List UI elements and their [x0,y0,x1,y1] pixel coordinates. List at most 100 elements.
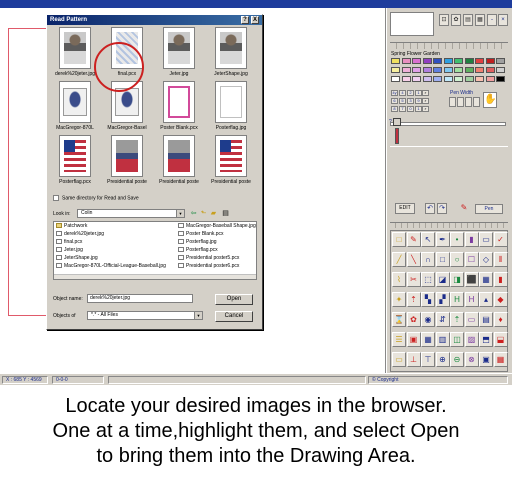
palette-tabs[interactable] [390,42,508,49]
look-in-dropdown[interactable]: Colin ▼ [77,209,185,218]
color-swatch[interactable] [401,58,411,64]
thumbnail-item[interactable]: Presidential poste [155,135,203,190]
thumbnail-image[interactable] [59,27,91,69]
number-button[interactable]: 4y [391,90,398,96]
file-list-item[interactable]: MacGregor-870L-Official-League-Baseball.… [56,263,166,270]
tool-button-icon[interactable]: ✎ [406,232,421,247]
color-swatch[interactable] [412,67,421,73]
color-swatch[interactable] [433,76,442,82]
file-list-item[interactable]: final.pcx [56,239,82,246]
tool-button-icon[interactable]: ╲ [406,252,421,267]
tool-button-icon[interactable]: ✒ [435,232,450,247]
thumbnail-image[interactable] [163,135,195,177]
tool-button-icon[interactable]: ⊤ [421,352,435,367]
same-directory-checkbox[interactable] [53,195,59,201]
tool-button-icon[interactable]: ▮ [464,232,479,247]
color-swatch[interactable] [391,76,400,82]
file-list-item[interactable]: Patchwork [56,223,87,230]
thumbnail-item[interactable]: MacGregor-870L [51,81,99,136]
file-list-item[interactable]: Presidential poster6.pcx [178,263,239,270]
minimize-icon[interactable]: - [487,14,497,26]
tool-button-icon[interactable]: ⌛ [392,312,406,327]
tool-button-icon[interactable]: ✂ [406,272,421,287]
file-list[interactable]: Patchwork derek%20jeter.jpg final.pcx Jeter… [53,221,257,280]
thumbnail-image[interactable] [163,81,195,123]
zoom-icon[interactable]: ⌕ [422,98,429,104]
tool-button-icon[interactable]: ◨ [450,272,464,287]
thumbnail-item[interactable]: Presidential poste [207,135,255,190]
tool-button-icon[interactable]: ▞ [435,292,450,307]
back-arrow-icon[interactable]: ⇦ [189,209,198,218]
hand-icon[interactable]: ✋ [483,92,497,108]
color-swatch[interactable] [496,58,505,64]
color-swatch[interactable] [496,76,505,82]
tool-button-icon[interactable]: ⦀ [493,252,508,267]
thumbnail-image[interactable] [215,135,247,177]
palette-icon[interactable]: ✿ [451,14,461,26]
pen-width-option[interactable] [449,97,456,107]
tool-button-icon[interactable]: ▴ [479,292,493,307]
slider-thumb[interactable] [393,118,401,126]
color-swatch[interactable] [412,76,421,82]
color-swatch[interactable] [422,67,432,73]
thumbnail-item[interactable]: Presidential poste [103,135,151,190]
tool-button-icon[interactable]: ▮ [493,272,508,287]
file-type-dropdown[interactable]: *.* - All Files ▼ [87,311,203,320]
object-name-input[interactable]: derek%20jeter.jpg [87,294,193,303]
color-swatch[interactable] [485,58,495,64]
number-button[interactable]: 1 [415,90,422,96]
thumbnail-item[interactable]: Posterflag.pcx [51,135,99,190]
file-list-item[interactable]: Jeter.jpg [56,247,83,254]
file-list-item[interactable]: Posterflag.pcx [178,247,218,254]
color-swatch[interactable] [401,76,411,82]
view-menu-icon[interactable]: ▤ [221,209,230,218]
tool-button-icon[interactable]: ✦ [392,292,406,307]
color-swatch[interactable] [475,58,484,64]
number-button[interactable]: 4 [399,90,406,96]
cancel-button[interactable]: Cancel [215,311,253,322]
pen-width-option[interactable] [465,97,472,107]
file-list-item[interactable]: derek%20jeter.jpg [56,231,104,238]
thumbnail-item[interactable]: Posterflag.jpg [207,81,255,136]
tool-button-icon[interactable]: ◫ [450,332,464,347]
tool-button-icon[interactable]: ☐ [464,252,479,267]
color-swatch[interactable] [401,67,411,73]
tool-button-icon[interactable]: ▭ [392,352,406,367]
horizontal-scrollbar[interactable] [54,274,256,279]
tool-button-icon[interactable]: • [450,232,464,247]
tool-button-icon[interactable]: ○ [450,252,464,267]
undo-icon[interactable]: ↶ [425,203,435,214]
tool-button-icon[interactable]: ◆ [493,292,508,307]
thumbnail-image[interactable] [215,81,247,123]
up-folder-icon[interactable]: ⬑ [199,209,208,218]
thumbnail-item[interactable]: derek%20jeter.jpg [51,27,99,82]
color-swatch[interactable] [422,76,432,82]
color-swatches[interactable] [391,58,507,86]
color-swatch[interactable] [391,67,400,73]
color-swatch[interactable] [412,58,421,64]
tool-button-icon[interactable]: ⇡ [406,292,421,307]
pen-button[interactable]: Pen [475,204,503,214]
color-swatch[interactable] [454,76,463,82]
tool-button-icon[interactable]: ⊗ [464,352,479,367]
tool-button-icon[interactable]: ◇ [479,252,493,267]
tool-button-icon[interactable]: H [464,292,479,307]
zoom-icon[interactable]: ⌕ [422,106,429,112]
tool-button-icon[interactable]: ✓ [493,232,508,247]
tool-button-icon[interactable]: ◉ [421,312,435,327]
tool-button-icon[interactable]: ▨ [464,332,479,347]
color-swatch[interactable] [391,58,400,64]
color-swatch[interactable] [454,58,463,64]
edit-button[interactable]: EDIT [395,203,415,214]
lock-icon[interactable]: ⊡ [439,14,449,26]
thumbnail-image[interactable] [163,27,195,69]
color-swatch[interactable] [433,58,442,64]
thumbnail-image[interactable] [111,135,143,177]
chevron-down-icon[interactable]: ▼ [176,210,184,217]
tool-button-icon[interactable]: ⊖ [450,352,464,367]
help-button[interactable]: ? [241,16,249,24]
color-swatch[interactable] [464,67,474,73]
number-button[interactable]: 8 [391,106,398,112]
tool-tabs[interactable] [390,222,508,228]
color-swatch[interactable] [443,76,453,82]
